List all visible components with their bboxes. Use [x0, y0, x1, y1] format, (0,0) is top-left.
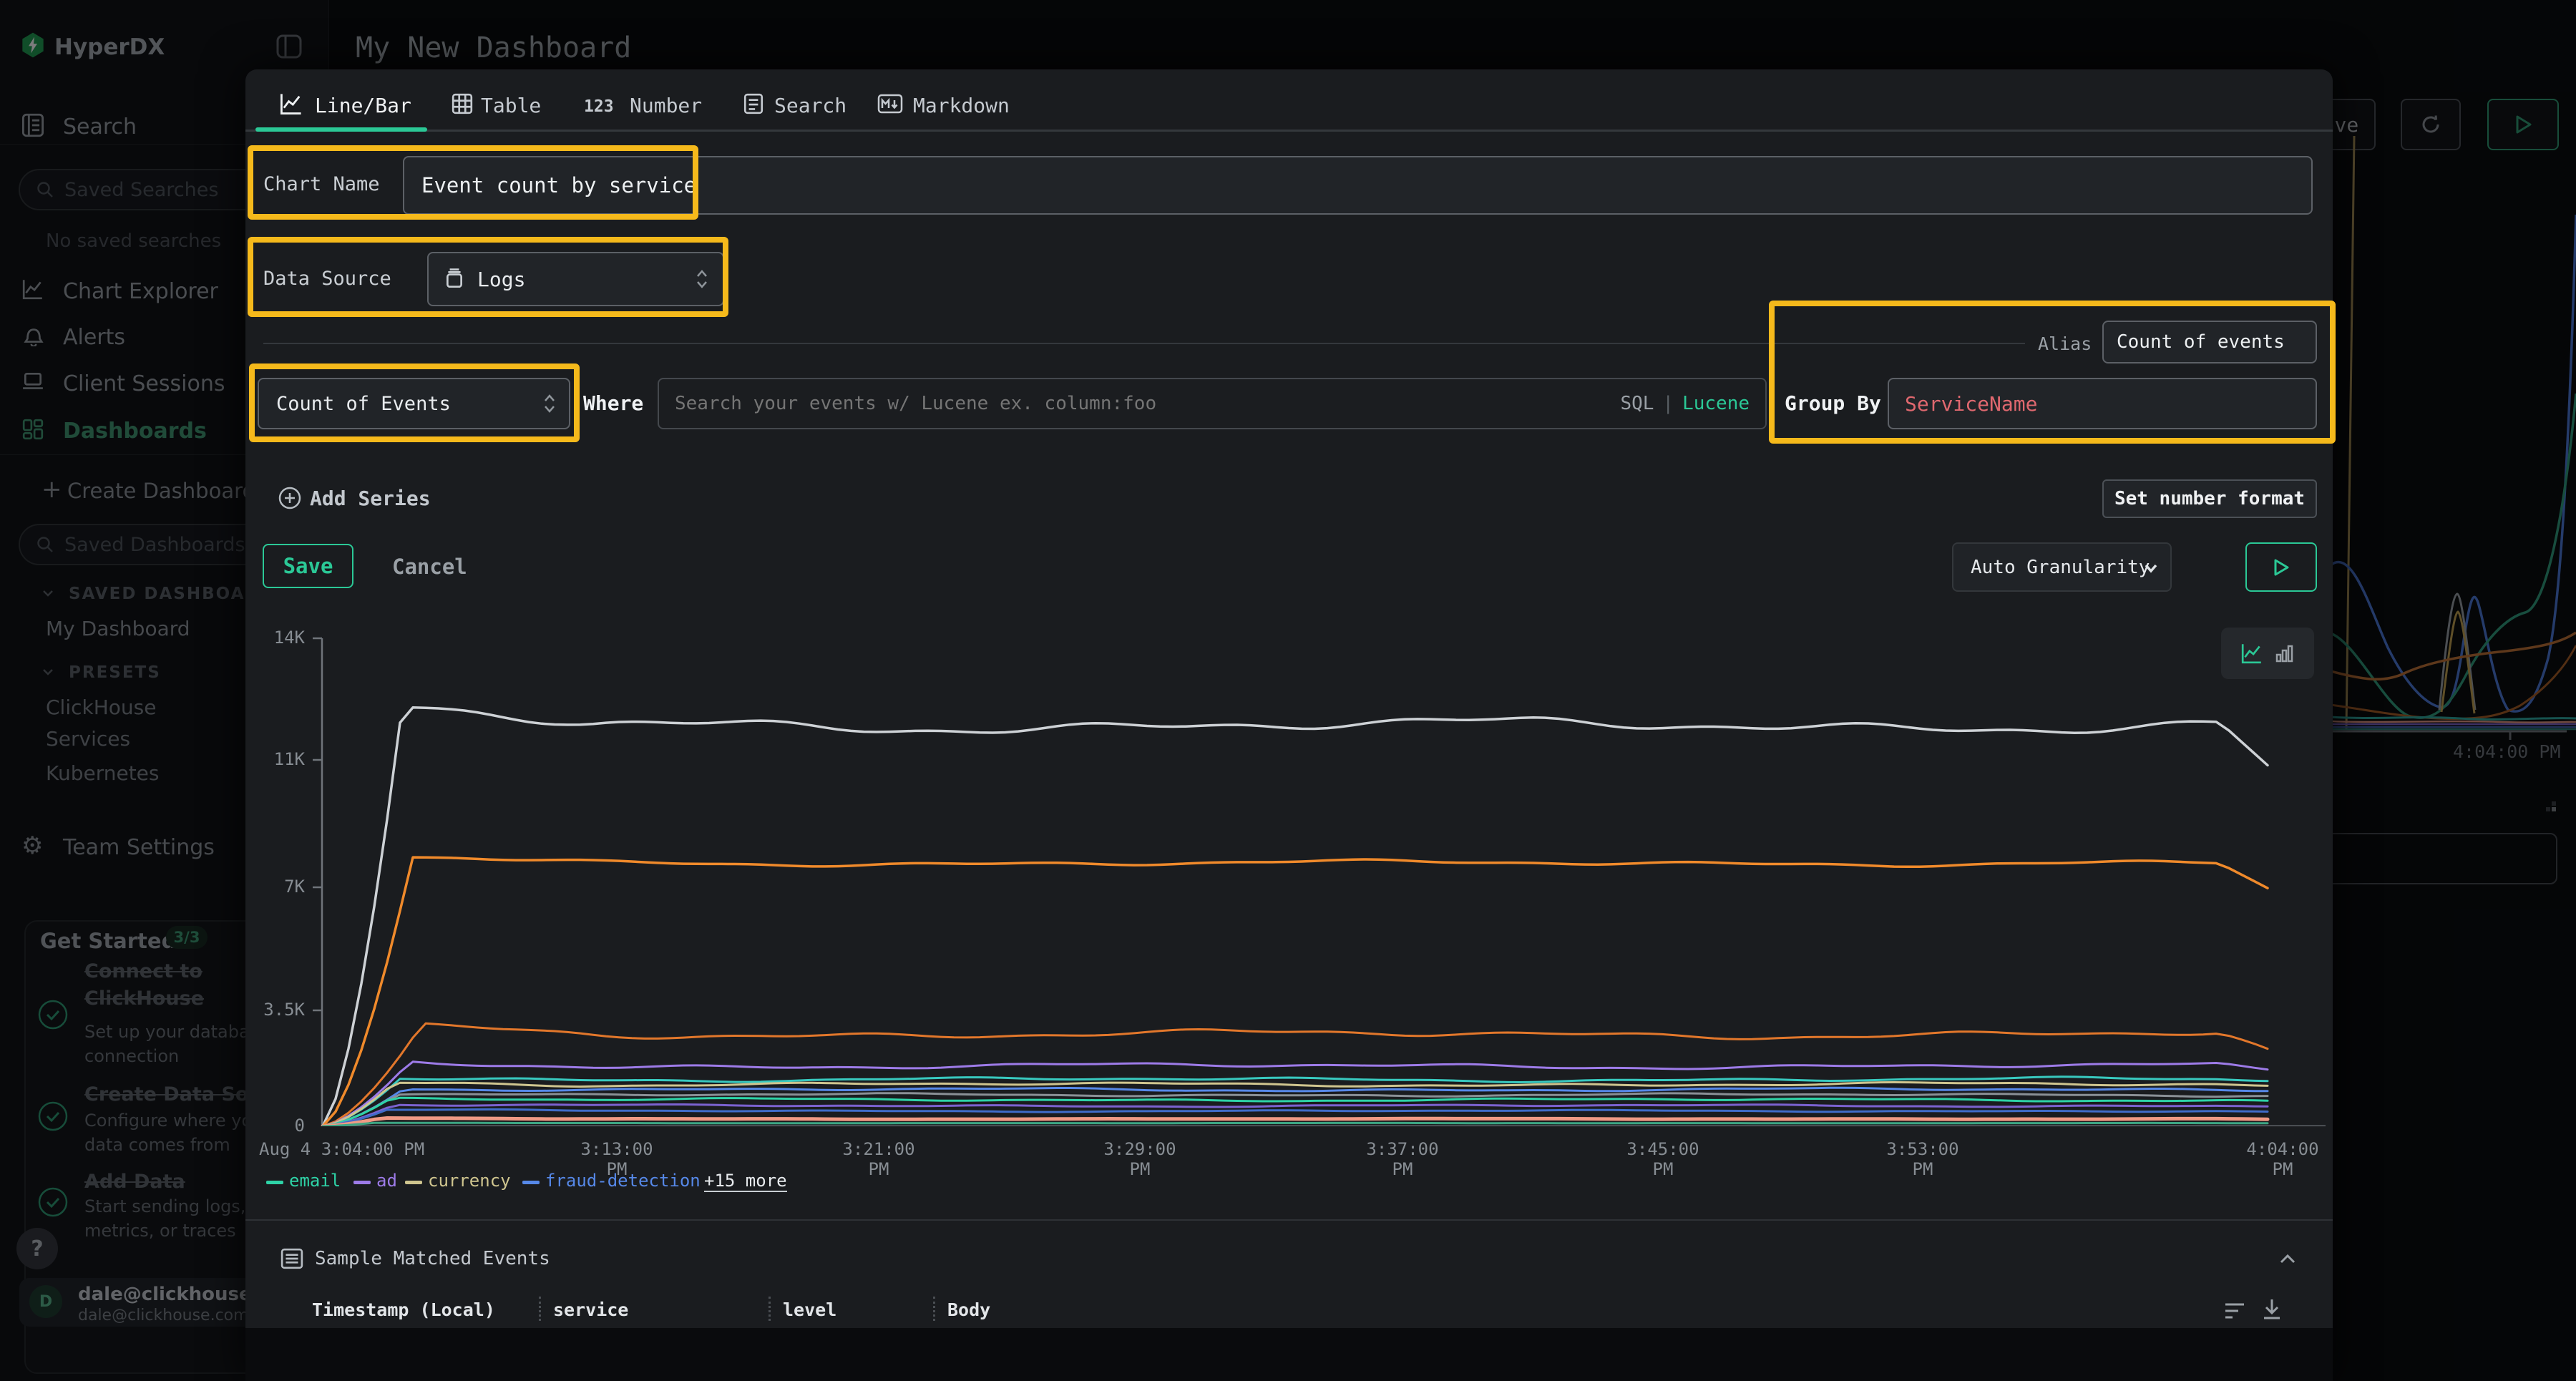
chart-series-line: [323, 708, 2268, 1126]
tab-search[interactable]: Search: [774, 94, 847, 117]
line-chart-icon: [279, 92, 303, 119]
y-tick-label: 7K: [236, 877, 305, 897]
column-separator[interactable]: [933, 1297, 935, 1321]
sample-events-title: Sample Matched Events: [315, 1248, 550, 1269]
sort-lines-icon[interactable]: [2223, 1301, 2247, 1324]
y-tick-label: 3.5K: [236, 1000, 305, 1020]
sql-mode-toggle[interactable]: SQL: [1620, 393, 1654, 414]
table-body-row: [245, 1328, 2333, 1381]
y-tick-label: 0: [236, 1116, 305, 1136]
number-123-icon: 123: [584, 97, 614, 116]
legend-item-email[interactable]: email: [289, 1171, 341, 1191]
x-tick-label: 3:45:00 PM: [1613, 1139, 1713, 1179]
legend-item-ad[interactable]: ad: [376, 1171, 397, 1191]
play-chart-button[interactable]: [2245, 542, 2317, 592]
annotation-box-group-by: [1769, 301, 2336, 444]
save-button[interactable]: Save: [263, 544, 353, 588]
column-separator[interactable]: [769, 1297, 771, 1321]
cancel-button[interactable]: Cancel: [392, 555, 467, 579]
circled-plus-icon: [277, 485, 303, 514]
column-header-level[interactable]: level: [783, 1299, 836, 1320]
search-doc-icon: [743, 92, 764, 118]
chevron-down-icon: [2142, 558, 2160, 577]
x-tick-label: Aug 4 3:04:00 PM: [259, 1139, 424, 1159]
tab-line-bar[interactable]: Line/Bar: [315, 94, 411, 117]
legend-dash: [522, 1181, 540, 1184]
x-tick-label: 3:53:00 PM: [1873, 1139, 1973, 1179]
add-series-button[interactable]: Add Series: [310, 487, 431, 510]
legend-item-currency[interactable]: currency: [428, 1171, 511, 1191]
mode-toggle-divider: |: [1662, 393, 1674, 414]
set-number-format-button[interactable]: Set number format: [2102, 479, 2317, 518]
x-tick-label: 3:37:00 PM: [1352, 1139, 1453, 1179]
list-icon: [280, 1248, 303, 1272]
lucene-mode-toggle[interactable]: Lucene: [1682, 393, 1750, 414]
screen: HyperDX Search Saved Searches No saved s…: [0, 0, 2576, 1381]
tab-bar-divider: [245, 130, 2333, 132]
where-search-input[interactable]: [673, 392, 1620, 415]
column-header-service[interactable]: service: [553, 1299, 628, 1320]
legend-item-fraud-detection[interactable]: fraud-detection: [545, 1171, 701, 1191]
legend-dash: [353, 1181, 371, 1184]
where-label: Where: [583, 391, 643, 415]
column-header-timestamp[interactable]: Timestamp (Local): [312, 1299, 495, 1320]
markdown-icon: [877, 94, 903, 117]
granularity-select[interactable]: Auto Granularity: [1952, 542, 2172, 592]
annotation-box-data-source: [248, 237, 728, 317]
tab-table[interactable]: Table: [481, 94, 541, 117]
x-tick-label: 4:04:00 PM: [2233, 1139, 2333, 1179]
legend-dash: [405, 1181, 422, 1184]
column-separator[interactable]: [539, 1297, 541, 1321]
granularity-value: Auto Granularity: [1971, 557, 2150, 578]
legend-dash: [266, 1181, 283, 1184]
annotation-box-chart-name: [248, 145, 698, 220]
main-chart[interactable]: [272, 633, 2326, 1126]
table-icon: [451, 92, 474, 118]
tab-markdown[interactable]: Markdown: [913, 94, 1010, 117]
y-tick-label: 11K: [236, 749, 305, 769]
section-divider: [245, 1219, 2333, 1221]
where-input[interactable]: SQL | Lucene: [658, 378, 1767, 429]
x-tick-label: 3:21:00 PM: [829, 1139, 929, 1179]
legend-more-link[interactable]: +15 more: [704, 1171, 787, 1192]
annotation-box-aggregation: [249, 363, 580, 442]
active-tab-underline: [255, 127, 427, 132]
column-header-body[interactable]: Body: [947, 1299, 990, 1320]
y-tick-label: 14K: [236, 628, 305, 648]
x-tick-label: 3:29:00 PM: [1090, 1139, 1190, 1179]
chevron-up-icon[interactable]: [2277, 1251, 2298, 1271]
series-divider: [263, 343, 2025, 344]
tab-number[interactable]: Number: [630, 94, 702, 117]
download-icon[interactable]: [2260, 1297, 2284, 1325]
